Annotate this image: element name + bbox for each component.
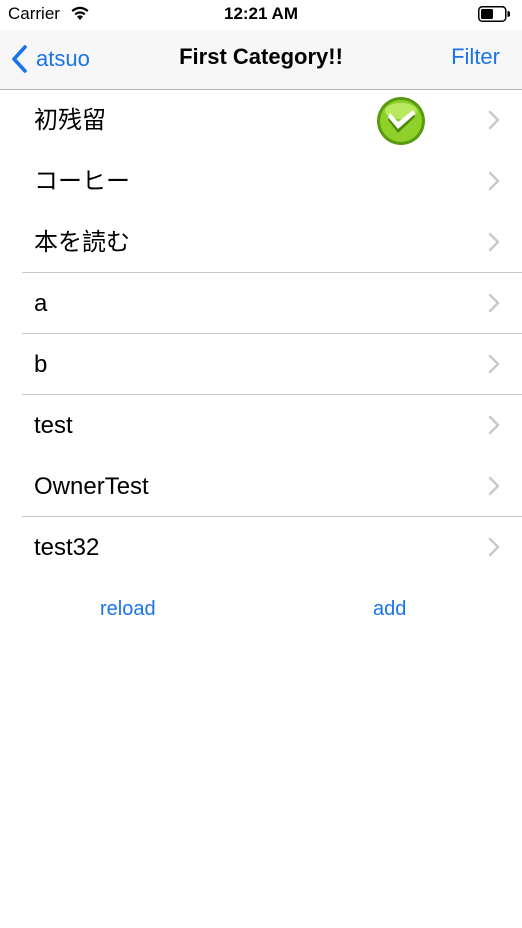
chevron-right-icon <box>488 171 500 191</box>
chevron-right-icon <box>488 232 500 252</box>
reload-button[interactable]: reload <box>100 598 156 621</box>
list-item[interactable]: コーヒー <box>0 151 522 212</box>
list-item-label: 初残留 <box>34 107 106 134</box>
page-title: First Category!! <box>179 44 343 69</box>
list-item-label: OwnerTest <box>34 473 149 500</box>
chevron-right-icon <box>488 110 500 130</box>
chevron-right-icon <box>488 415 500 435</box>
list-item-label: コーヒー <box>34 168 130 195</box>
chevron-right-icon <box>488 537 500 557</box>
list-item[interactable]: 本を読む <box>0 212 522 273</box>
list-item[interactable]: test32 <box>0 517 522 578</box>
list-item[interactable]: 初残留 <box>0 90 522 151</box>
status-time: 12:21 AM <box>223 4 298 23</box>
category-list: 初残留 コーヒー 本を読む a b test OwnerTest test32 <box>0 90 522 578</box>
filter-button[interactable]: Filter <box>451 44 500 70</box>
list-item-label: b <box>34 351 48 378</box>
chevron-right-icon <box>488 354 500 374</box>
navigation-bar: atsuo First Category!! Filter <box>0 30 522 90</box>
battery-icon <box>478 6 510 22</box>
list-item-label: test32 <box>34 534 100 561</box>
list-item[interactable]: OwnerTest <box>0 456 522 517</box>
checkmark-badge-icon <box>377 97 425 145</box>
add-button[interactable]: add <box>373 598 406 621</box>
list-item-label: a <box>34 290 48 317</box>
screen: Carrier 12:21 AM atsuo First Category!! … <box>0 0 522 928</box>
list-item-label: test <box>34 412 73 439</box>
chevron-right-icon <box>488 476 500 496</box>
list-item[interactable]: a <box>0 273 522 334</box>
status-bar: Carrier 12:21 AM <box>0 0 522 30</box>
list-item[interactable]: b <box>0 334 522 395</box>
list-item-label: 本を読む <box>34 229 130 256</box>
list-item[interactable]: test <box>0 395 522 456</box>
chevron-right-icon <box>488 293 500 313</box>
bottom-toolbar: reload add <box>0 590 522 630</box>
